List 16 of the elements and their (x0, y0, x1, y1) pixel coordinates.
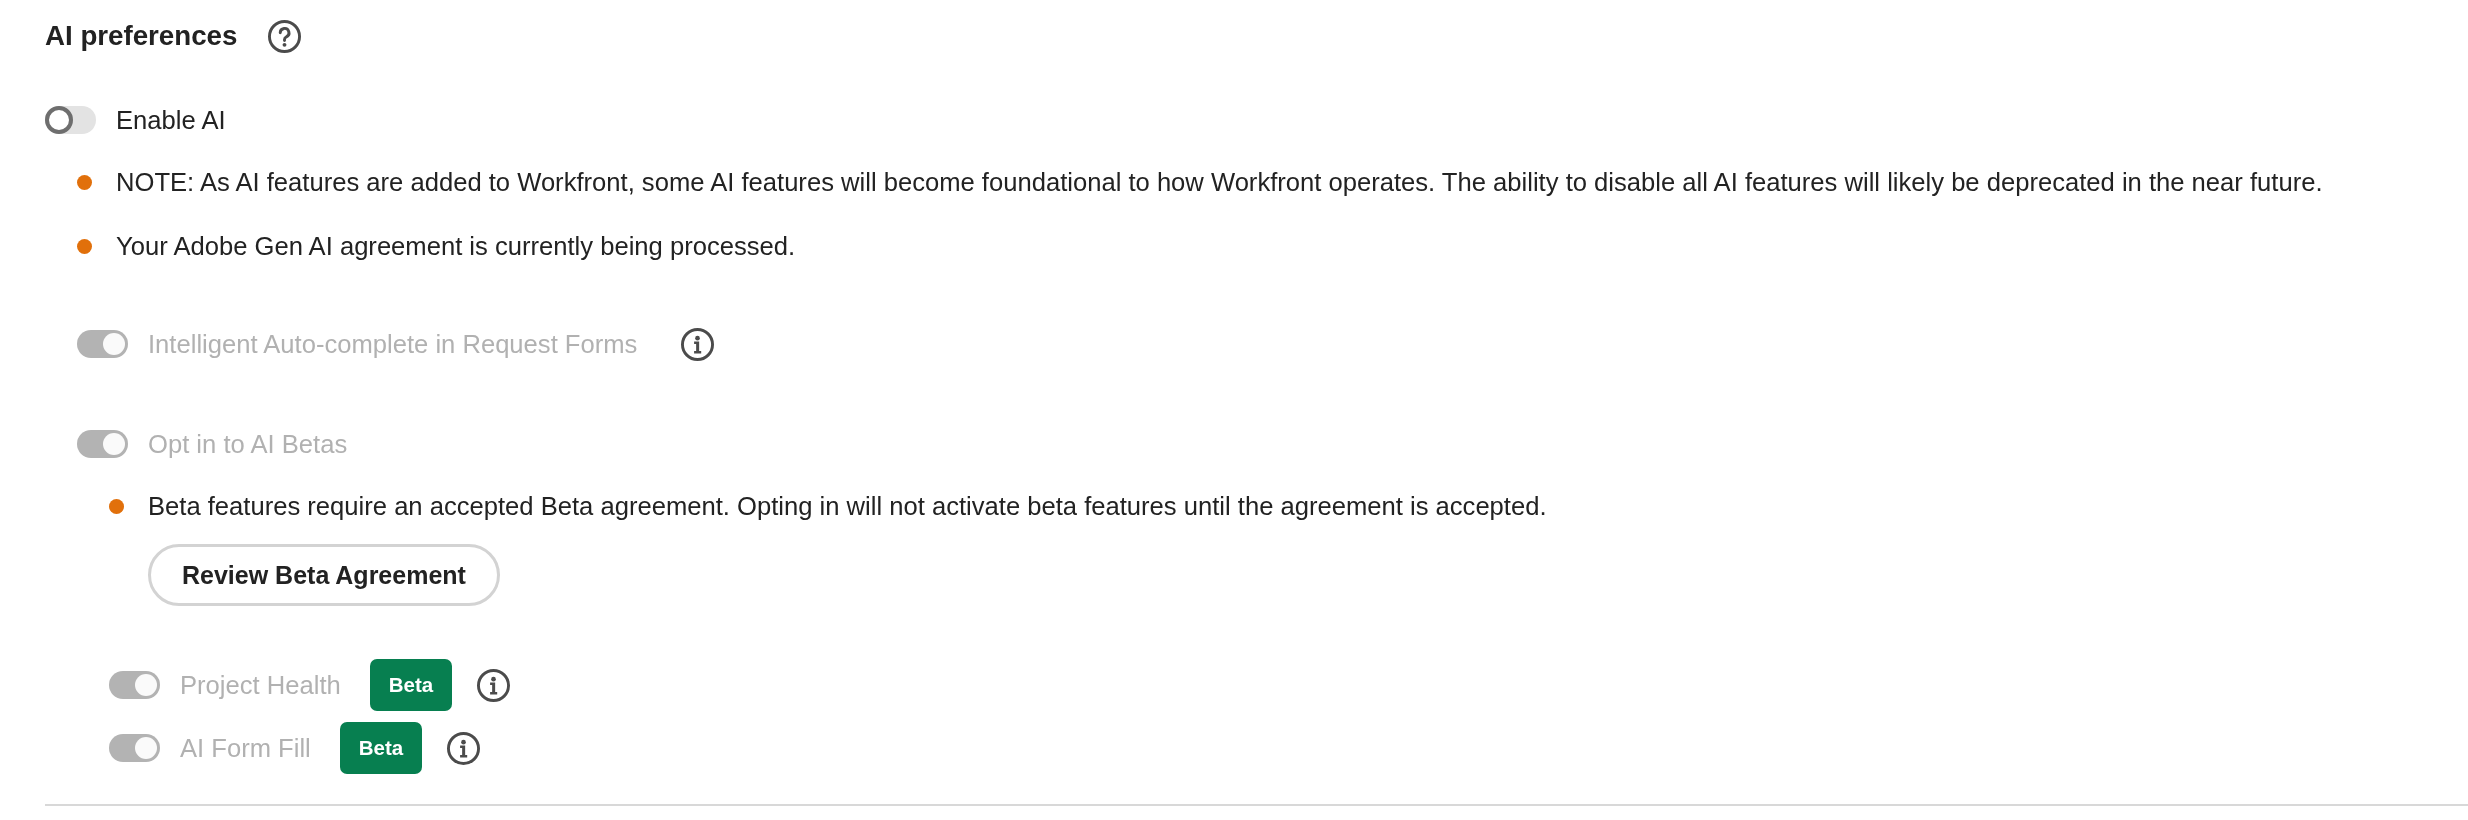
note-dot-icon (77, 174, 92, 190)
setting-label: Enable AI (116, 105, 226, 136)
toggle-switch[interactable] (45, 106, 96, 134)
note-text: Your Adobe Gen AI agreement is currently being processed. (116, 231, 796, 262)
beta-badge: Beta (339, 722, 423, 774)
setting-label: Project Health (180, 670, 341, 701)
section-title: AI preferences (45, 19, 238, 53)
setting-label: Opt in to AI Betas (148, 429, 348, 460)
note-text: Beta features require an accepted Beta agreement. Opting in will not activate beta features until the agreement is accepted. (148, 491, 1547, 522)
note-text: NOTE: As AI features are added to Workfront, some AI features will become foundational to how Workfront operates. The ability to disable all AI features will likely be deprecated in the near future. (116, 167, 2323, 198)
help-icon[interactable] (268, 19, 302, 53)
setting-label: AI Form Fill (180, 733, 311, 764)
setting-label: Intelligent Auto-complete in Request Forms (148, 329, 638, 360)
beta-badge: Beta (369, 659, 453, 711)
note-dot-icon (77, 238, 92, 254)
note-dot-icon (109, 498, 124, 514)
